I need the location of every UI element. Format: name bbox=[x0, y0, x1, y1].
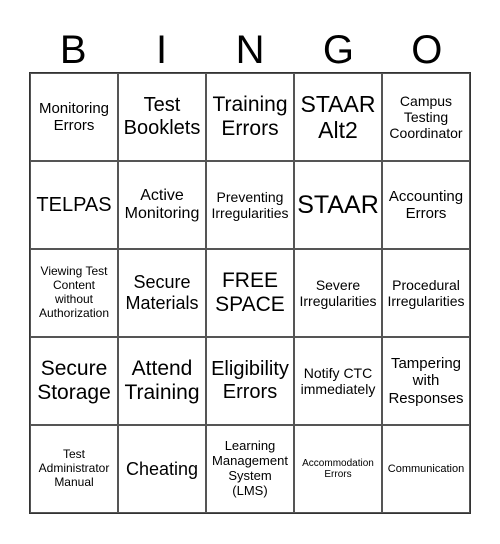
bingo-cell[interactable]: Preventing Irregularities bbox=[206, 161, 294, 249]
bingo-cell[interactable]: Monitoring Errors bbox=[30, 73, 118, 161]
bingo-cell[interactable]: Accommodation Errors bbox=[294, 425, 382, 513]
bingo-cell[interactable]: Procedural Irregularities bbox=[382, 249, 470, 337]
bingo-cell[interactable]: Communication bbox=[382, 425, 470, 513]
header-letter: O bbox=[411, 28, 443, 72]
header-letter: G bbox=[322, 28, 354, 72]
free-space-cell[interactable]: FREE SPACE bbox=[206, 249, 294, 337]
bingo-cell[interactable]: TELPAS bbox=[30, 161, 118, 249]
bingo-cell[interactable]: Campus Testing Coordinator bbox=[382, 73, 470, 161]
bingo-cell[interactable]: Eligibility Errors bbox=[206, 337, 294, 425]
bingo-cell[interactable]: Training Errors bbox=[206, 73, 294, 161]
bingo-cell[interactable]: Accounting Errors bbox=[382, 161, 470, 249]
header-letter: I bbox=[156, 28, 168, 72]
bingo-cell[interactable]: Cheating bbox=[118, 425, 206, 513]
bingo-cell[interactable]: Viewing Test Content without Authorizati… bbox=[30, 249, 118, 337]
header-letter: B bbox=[59, 28, 87, 72]
bingo-cell[interactable]: Severe Irregularities bbox=[294, 249, 382, 337]
bingo-cell[interactable]: Secure Materials bbox=[118, 249, 206, 337]
bingo-cell[interactable]: Test Administrator Manual bbox=[30, 425, 118, 513]
bingo-cell[interactable]: Secure Storage bbox=[30, 337, 118, 425]
bingo-cell[interactable]: Learning Management System (LMS) bbox=[206, 425, 294, 513]
bingo-header: B I N G O bbox=[29, 28, 471, 72]
bingo-cell[interactable]: STAAR bbox=[294, 161, 382, 249]
bingo-cell[interactable]: Test Booklets bbox=[118, 73, 206, 161]
bingo-cell[interactable]: Notify CTC immediately bbox=[294, 337, 382, 425]
bingo-cell[interactable]: Active Monitoring bbox=[118, 161, 206, 249]
bingo-grid: Monitoring Errors Test Booklets Training… bbox=[29, 72, 471, 514]
bingo-cell[interactable]: Attend Training bbox=[118, 337, 206, 425]
bingo-cell[interactable]: STAAR Alt2 bbox=[294, 73, 382, 161]
bingo-cell[interactable]: Tampering with Responses bbox=[382, 337, 470, 425]
header-letter: N bbox=[235, 28, 265, 72]
